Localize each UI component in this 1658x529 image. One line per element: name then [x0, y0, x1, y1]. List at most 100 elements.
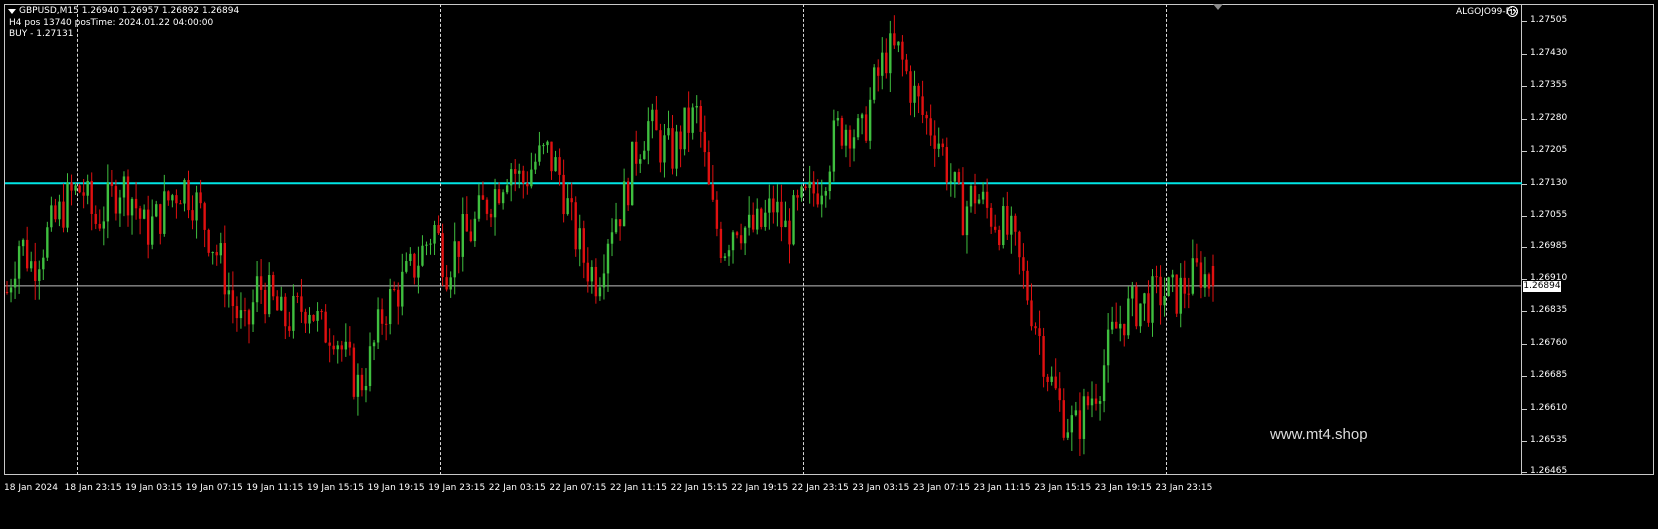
candle-body: [776, 201, 779, 213]
candle-body: [647, 121, 650, 151]
candle-body: [1203, 274, 1207, 288]
candle-body: [860, 114, 864, 119]
candle-body: [421, 245, 424, 266]
candle-body: [433, 225, 436, 244]
candle-body: [485, 199, 489, 214]
candle-body: [1191, 258, 1195, 294]
current-price-badge: 1.26894: [1523, 281, 1561, 292]
candle-body: [824, 191, 827, 196]
price-axis-tick: [1522, 53, 1527, 55]
price-axis-tick: [1522, 118, 1527, 120]
price-axis-label: 1.26985: [1530, 240, 1568, 251]
candle-body: [897, 41, 900, 46]
candle-body: [21, 239, 25, 247]
candle-body: [570, 198, 573, 203]
candle-body: [191, 210, 194, 221]
candle-body: [756, 208, 759, 230]
candle-body: [743, 227, 747, 244]
candle-body: [384, 323, 388, 325]
time-axis-label: 22 Jan 15:15: [670, 483, 728, 493]
price-axis-label: 1.26535: [1530, 435, 1568, 446]
candle-body: [78, 185, 81, 193]
price-axis-label: 1.26760: [1530, 337, 1568, 348]
candle-body: [1018, 231, 1021, 258]
time-axis-label: 22 Jan 07:15: [549, 483, 607, 493]
candle-body: [554, 157, 557, 172]
candle-body: [969, 185, 973, 207]
candle-body: [1002, 206, 1005, 246]
candle-body: [566, 198, 569, 215]
candle-body: [130, 198, 134, 216]
candle-body: [558, 157, 561, 175]
candle-body: [5, 291, 9, 293]
time-axis-label: 19 Jan 03:15: [125, 483, 183, 493]
candle-body: [1074, 410, 1078, 416]
chart-window[interactable]: GBPUSD,M15 1.26940 1.26957 1.26892 1.268…: [0, 0, 1658, 529]
candle-body: [929, 118, 932, 136]
candle-body: [1038, 328, 1041, 337]
candle-body: [614, 219, 618, 233]
candle-body: [925, 114, 928, 119]
time-axis-label: 19 Jan 07:15: [185, 483, 243, 493]
candle-body: [259, 276, 263, 290]
candle-body: [352, 347, 356, 397]
candle-body: [921, 96, 924, 115]
price-axis-label: 1.27430: [1530, 47, 1568, 58]
candle-body: [651, 109, 654, 122]
candle-body: [590, 266, 594, 282]
candle-body: [711, 184, 715, 200]
candle-body: [473, 218, 477, 242]
candle-body: [308, 314, 311, 324]
watermark: www.mt4.shop: [1270, 426, 1368, 443]
candle-body: [66, 182, 69, 228]
candle-body: [9, 287, 13, 293]
candle-body: [380, 309, 384, 324]
price-axis-tick: [1522, 471, 1527, 473]
price-axis-tick: [1522, 21, 1527, 23]
time-axis-label: 19 Jan 23:15: [428, 483, 486, 493]
candle-body: [703, 131, 706, 153]
candle-body: [885, 52, 888, 74]
candle-body: [417, 265, 420, 278]
candle-body: [868, 99, 872, 141]
candle-body: [509, 169, 513, 186]
candle-body: [901, 41, 904, 60]
price-axis-tick: [1522, 441, 1527, 443]
candle-body: [449, 277, 452, 290]
candle-body: [820, 195, 823, 205]
candle-body: [1199, 262, 1203, 288]
candle-body: [905, 59, 908, 72]
candle-body: [348, 341, 352, 348]
candle-body: [30, 261, 33, 269]
candle-body: [816, 193, 819, 205]
candle-body: [808, 181, 811, 188]
candle-body: [280, 296, 283, 311]
candle-body: [211, 252, 214, 254]
candle-body: [534, 161, 537, 170]
candle-body: [207, 229, 210, 253]
candle-body: [953, 172, 957, 182]
candle-body: [58, 201, 61, 220]
candle-body: [832, 120, 836, 172]
candle-body: [1131, 286, 1134, 299]
candle-body: [215, 252, 218, 256]
candle-body: [751, 214, 755, 230]
candle-body: [477, 195, 481, 219]
candle-body: [683, 107, 686, 150]
candle-body: [1066, 432, 1069, 438]
candle-body: [514, 169, 517, 174]
candle-body: [530, 169, 533, 187]
candle-body: [998, 229, 1001, 246]
candle-body: [159, 204, 162, 234]
candle-body: [284, 296, 287, 327]
candle-body: [582, 228, 585, 263]
candle-body: [138, 208, 142, 219]
candle-body: [501, 192, 505, 204]
period-separator-line: [77, 4, 78, 475]
candle-body: [1135, 286, 1138, 327]
price-axis-label: 1.27130: [1530, 177, 1568, 188]
candle-body: [263, 289, 267, 315]
candle-body: [626, 181, 630, 206]
price-axis-label: 1.27505: [1530, 15, 1568, 26]
candle-body: [1054, 376, 1057, 389]
